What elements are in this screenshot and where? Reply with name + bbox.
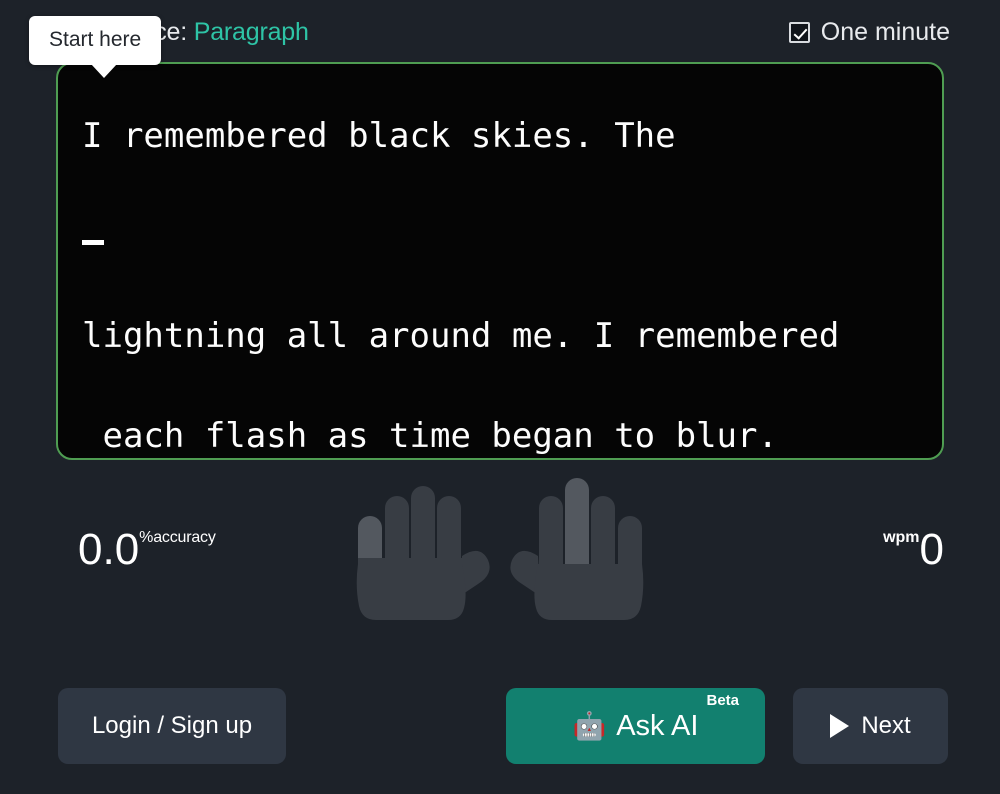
start-here-tooltip-label: Start here — [49, 28, 142, 51]
accuracy-value: 0.0 — [78, 525, 140, 574]
typing-text-area[interactable]: I remembered black skies. The lightning … — [56, 62, 944, 460]
one-minute-checkbox[interactable] — [788, 21, 810, 43]
left-hand-icon — [356, 486, 490, 620]
play-triangle-icon — [830, 714, 850, 738]
one-minute-label: One minute — [820, 17, 950, 46]
page-title-mode: Paragraph — [193, 17, 309, 46]
typing-caret-line — [82, 186, 918, 286]
wpm-label: wpm — [883, 529, 920, 546]
typing-line-2: lightning all around me. I remembered — [82, 316, 840, 356]
one-minute-toggle[interactable]: One minute — [788, 17, 950, 47]
ask-ai-label: Ask AI — [616, 709, 699, 742]
next-button[interactable]: Next — [793, 688, 948, 764]
hands-guide-illustration — [350, 478, 650, 643]
wpm-stat: wpm 0 — [883, 528, 944, 572]
next-label: Next — [861, 712, 911, 739]
typing-line-1: I remembered black skies. The — [82, 116, 676, 156]
login-signup-label: Login / Sign up — [91, 712, 253, 739]
robot-face-icon: 🤖 — [572, 710, 607, 741]
wpm-value: 0 — [919, 525, 944, 574]
start-here-tooltip: Start here — [29, 16, 162, 78]
accuracy-stat: 0.0 %accuracy — [78, 528, 216, 572]
footer-actions: Login / Sign up 🤖 Ask AI Beta Next — [0, 674, 1000, 794]
right-hand-icon — [510, 478, 644, 620]
beta-badge: Beta — [706, 692, 739, 709]
login-signup-button[interactable]: Login / Sign up — [58, 688, 286, 764]
accuracy-label: %accuracy — [139, 529, 216, 546]
typing-line-3: each flash as time began to blur. — [82, 416, 778, 456]
stats-row: 0.0 %accuracy wpm 0 — [0, 478, 1000, 640]
text-caret — [82, 240, 104, 245]
hands-svg — [356, 478, 644, 620]
ask-ai-button[interactable]: 🤖 Ask AI Beta — [506, 688, 765, 764]
